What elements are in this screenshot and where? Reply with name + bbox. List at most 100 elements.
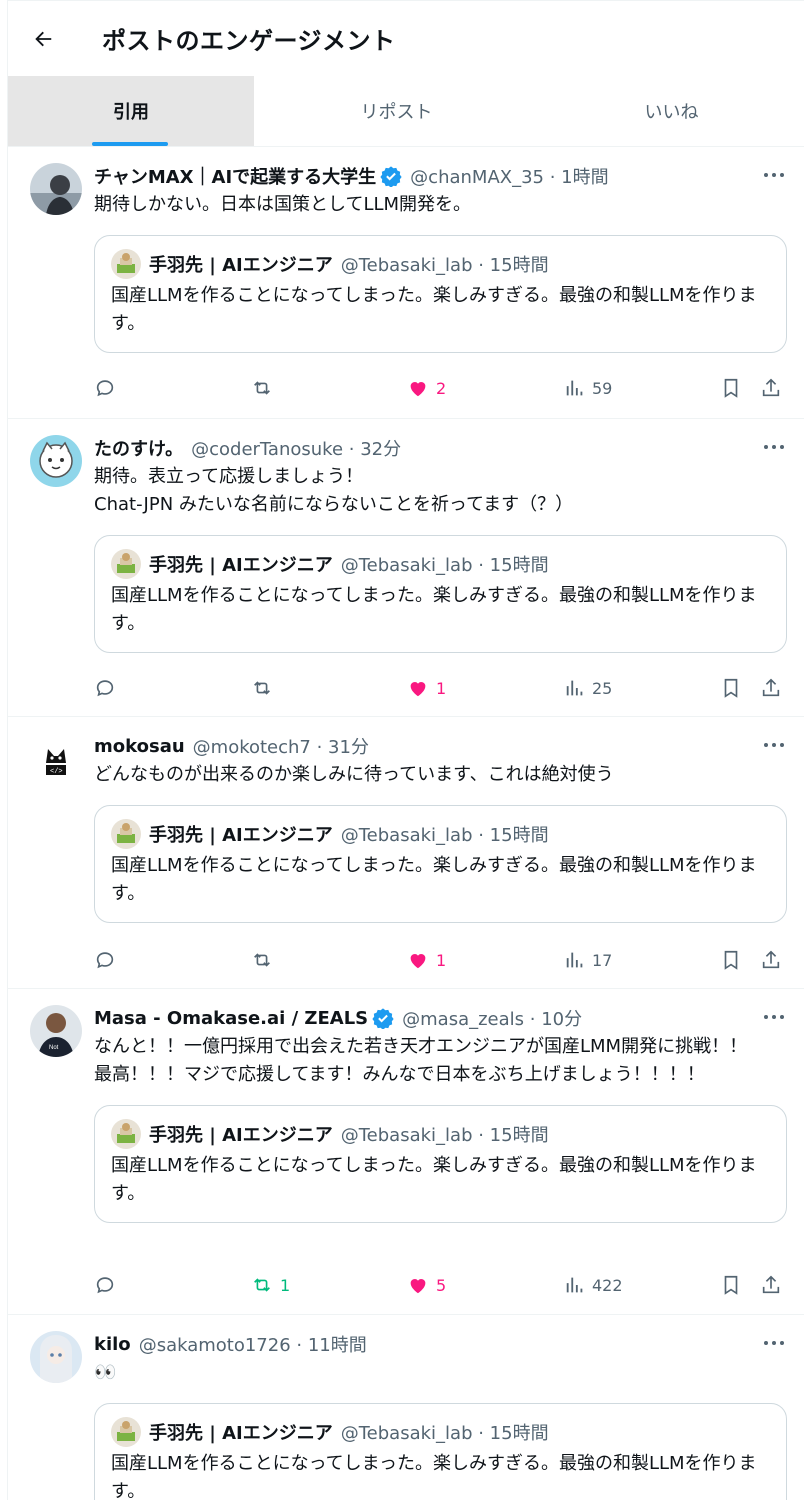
tab-reposts[interactable]: リポスト (254, 76, 539, 146)
views-button[interactable]: 59 (564, 377, 612, 399)
heart-icon (410, 1279, 426, 1294)
quoted-text: 国産LLMを作ることになってしまった。楽しみすぎる。最強の和製LLMを作ります。 (111, 285, 757, 334)
post[interactable]: </> mokosau @mokotech7 · 31分 どんなものが出来るのか… (8, 717, 804, 989)
more-options-icon[interactable] (761, 437, 787, 457)
more-options-icon[interactable] (761, 165, 787, 185)
repost-icon (254, 1278, 270, 1292)
reply-button[interactable] (94, 677, 116, 699)
like-button[interactable]: 5 (406, 1274, 446, 1296)
avatar[interactable] (30, 163, 82, 215)
avatar[interactable] (30, 1331, 82, 1383)
author-name[interactable]: kilo (94, 1334, 131, 1355)
post-text: どんなものが出来るのか楽しみに待っています、これは絶対使う (94, 764, 614, 785)
page-title: ポストのエンゲージメント (102, 27, 396, 55)
avatar[interactable]: Not (30, 1005, 82, 1057)
bookmark-button[interactable] (720, 377, 742, 399)
author-name[interactable]: たのすけ。 (94, 435, 183, 461)
views-button[interactable]: 17 (564, 949, 612, 971)
post[interactable]: Not Masa - Omakase.ai / ZEALS @masa_zeal… (8, 989, 804, 1315)
repost-icon (254, 381, 270, 395)
post[interactable]: チャンMAX｜AIで起業する大学生 @chanMAX_35 · 1時間 期待しか… (8, 147, 804, 419)
tab-quotes[interactable]: 引用 (8, 76, 254, 146)
reply-icon (96, 680, 114, 697)
reply-icon (96, 952, 114, 969)
quoted-author-name: 手羽先 | AIエンジニア (149, 825, 333, 846)
more-options-icon[interactable] (761, 1007, 787, 1027)
back-arrow-icon[interactable] (28, 24, 58, 54)
repost-button[interactable] (250, 949, 274, 971)
share-icon (762, 950, 780, 969)
author-name[interactable]: チャンMAX｜AIで起業する大学生 (94, 163, 376, 189)
quoted-text: 国産LLMを作ることになってしまった。楽しみすぎる。最強の和製LLMを作ります。 (111, 855, 757, 904)
share-button[interactable] (760, 949, 782, 971)
like-count: 1 (436, 678, 447, 698)
quoted-author-name: 手羽先 | AIエンジニア (149, 255, 333, 276)
author-handle[interactable]: @sakamoto1726 · 11時間 (139, 1331, 367, 1357)
views-button[interactable]: 422 (564, 1274, 623, 1296)
quoted-post[interactable]: 手羽先 | AIエンジニア @Tebasaki_lab · 15時間 国産LLM… (94, 535, 787, 653)
like-button[interactable]: 2 (406, 377, 446, 399)
bookmark-button[interactable] (720, 677, 742, 699)
quoted-post[interactable]: 手羽先 | AIエンジニア @Tebasaki_lab · 15時間 国産LLM… (94, 1403, 787, 1500)
share-button[interactable] (760, 677, 782, 699)
more-options-icon[interactable] (761, 735, 787, 755)
heart-icon (410, 682, 426, 697)
author-handle[interactable]: @masa_zeals · 10分 (402, 1005, 582, 1031)
reply-button[interactable] (94, 377, 116, 399)
repost-button[interactable]: 1 (250, 1274, 290, 1296)
reply-button[interactable] (94, 1274, 116, 1296)
tab-likes[interactable]: いいね (539, 76, 804, 146)
quoted-avatar (111, 819, 141, 849)
views-chart-icon (566, 952, 583, 968)
quoted-author-name: 手羽先 | AIエンジニア (149, 1423, 333, 1444)
quoted-author-handle: @Tebasaki_lab · 15時間 (340, 1423, 549, 1444)
quoted-post[interactable]: 手羽先 | AIエンジニア @Tebasaki_lab · 15時間 国産LLM… (94, 805, 787, 923)
tab-bar: 引用 リポスト いいね (8, 76, 804, 147)
author-handle[interactable]: @coderTanosuke · 32分 (191, 435, 401, 461)
author-handle[interactable]: @mokotech7 · 31分 (193, 733, 369, 759)
repost-button[interactable] (250, 377, 274, 399)
tab-quotes-label: 引用 (113, 102, 149, 123)
quoted-post[interactable]: 手羽先 | AIエンジニア @Tebasaki_lab · 15時間 国産LLM… (94, 235, 787, 353)
post[interactable]: たのすけ。 @coderTanosuke · 32分 期待。表立って応援しましょ… (8, 419, 804, 717)
reply-icon (96, 380, 114, 397)
quoted-author-name: 手羽先 | AIエンジニア (149, 1125, 333, 1146)
heart-icon (410, 954, 426, 969)
avatar[interactable] (30, 435, 82, 487)
repost-button[interactable] (250, 677, 274, 699)
post-text: なんと！！一億円採用で出会えた若き天才エンジニアが国産LMM開発に挑戦！！最高！… (94, 1036, 748, 1085)
share-button[interactable] (760, 377, 782, 399)
quoted-author-handle: @Tebasaki_lab · 15時間 (340, 255, 549, 276)
views-button[interactable]: 25 (564, 677, 612, 699)
post[interactable]: kilo @sakamoto1726 · 11時間 👀 手羽先 | AIエンジニ… (8, 1315, 804, 1500)
reply-button[interactable] (94, 949, 116, 971)
engagement-page: ポストのエンゲージメント 引用 リポスト いいね チャンMAX｜AIで起業する大… (7, 0, 804, 1500)
author-name[interactable]: Masa - Omakase.ai / ZEALS (94, 1008, 368, 1029)
bookmark-button[interactable] (720, 1274, 742, 1296)
repost-icon (254, 953, 270, 967)
quoted-author-handle: @Tebasaki_lab · 15時間 (340, 555, 549, 576)
bookmark-icon (724, 378, 738, 398)
like-count: 1 (436, 950, 447, 970)
views-chart-icon (566, 1277, 583, 1293)
repost-count: 1 (280, 1275, 291, 1295)
like-button[interactable]: 1 (406, 677, 446, 699)
quoted-avatar (111, 249, 141, 279)
bookmark-icon (724, 678, 738, 698)
share-button[interactable] (760, 1274, 782, 1296)
avatar[interactable]: </> (30, 733, 82, 785)
post-text: 期待しかない。日本は国策としてLLM開発を。 (94, 194, 472, 215)
quoted-text: 国産LLMを作ることになってしまった。楽しみすぎる。最強の和製LLMを作ります。 (111, 1453, 757, 1500)
like-button[interactable]: 1 (406, 949, 446, 971)
author-handle[interactable]: @chanMAX_35 · 1時間 (410, 163, 608, 189)
like-count: 2 (436, 378, 447, 398)
verified-badge-icon (380, 166, 402, 187)
author-name[interactable]: mokosau (94, 736, 185, 757)
bookmark-button[interactable] (720, 949, 742, 971)
more-options-icon[interactable] (761, 1333, 787, 1353)
tab-likes-label: いいね (644, 102, 699, 123)
share-icon (762, 678, 780, 697)
view-count: 17 (592, 950, 613, 970)
reply-icon (96, 1277, 114, 1294)
quoted-post[interactable]: 手羽先 | AIエンジニア @Tebasaki_lab · 15時間 国産LLM… (94, 1105, 787, 1223)
